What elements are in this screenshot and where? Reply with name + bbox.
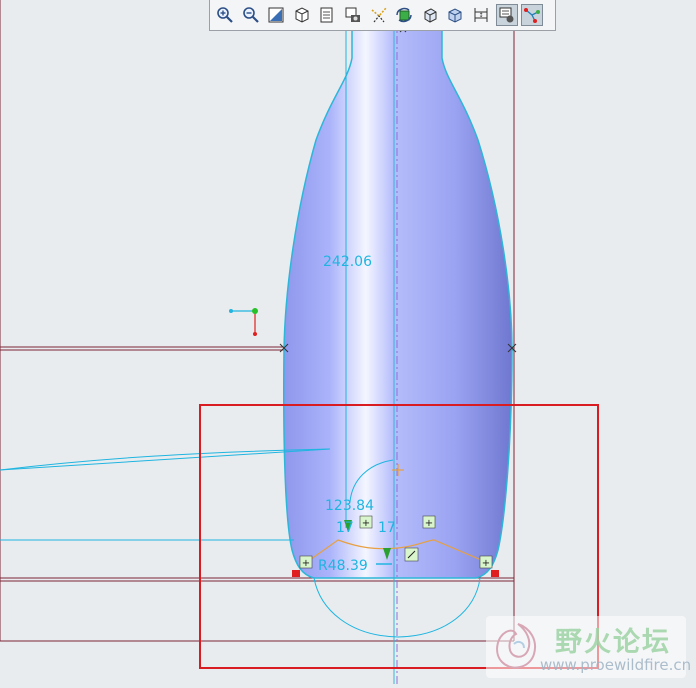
view-manager-button[interactable] — [444, 4, 466, 26]
dimension-display-icon — [524, 8, 541, 23]
refit-icon — [268, 7, 284, 23]
zoom-in-button[interactable] — [214, 4, 236, 26]
angle-dimension[interactable]: 123.84 — [325, 498, 374, 514]
dimension-display-button[interactable] — [521, 4, 544, 26]
saved-views-button[interactable] — [316, 4, 338, 26]
svg-text:+: + — [302, 558, 310, 569]
spin-center-button[interactable] — [393, 4, 415, 26]
layers-button[interactable] — [342, 4, 364, 26]
svg-text:+: + — [482, 558, 490, 569]
watermark-logo-icon — [496, 623, 536, 669]
orient-mode-icon — [424, 8, 437, 23]
sketch-view-icon: ↕ — [474, 8, 488, 22]
refit-button[interactable] — [265, 4, 287, 26]
view-toolbar: ↕ — [209, 0, 556, 31]
zoom-out-button[interactable] — [240, 4, 262, 26]
radius-dimension[interactable]: R48.39 — [318, 558, 368, 574]
sketch-display-filters-button[interactable] — [495, 4, 518, 26]
display-style-button[interactable] — [291, 4, 313, 26]
sketch-canvas[interactable]: + + + + 242.06 123.84 17 17 R48.39 — [0, 0, 696, 684]
height-dimension[interactable]: 242.06 — [323, 254, 372, 270]
layers-icon — [345, 7, 360, 22]
sketch-view-button[interactable]: ↕ — [470, 4, 492, 26]
constraint-tag-left[interactable]: 17 — [336, 520, 354, 536]
view-manager-icon — [448, 8, 462, 23]
svg-text:+: + — [362, 518, 370, 529]
orient-mode-button[interactable] — [419, 4, 441, 26]
zoom-in-icon — [217, 7, 233, 23]
spin-center-icon — [396, 7, 412, 23]
datum-display-icon — [371, 7, 387, 23]
watermark-url: www.proewildfire.cn — [540, 656, 692, 674]
sketch-display-filters-icon — [499, 7, 514, 23]
svg-text:+: + — [425, 518, 433, 529]
datum-display-button[interactable] — [368, 4, 390, 26]
display-style-icon — [295, 7, 309, 23]
constraint-tag-right[interactable]: 17 — [378, 520, 396, 536]
graphics-canvas[interactable]: + + + + 242.06 123.84 17 17 R48.39 — [0, 0, 696, 684]
svg-text:↕: ↕ — [478, 12, 483, 19]
saved-views-icon — [320, 7, 333, 23]
bottle-body[interactable] — [283, 29, 513, 579]
coordinate-triad — [229, 308, 258, 336]
zoom-out-icon — [242, 7, 259, 23]
watermark-title: 野火论坛 — [555, 627, 671, 658]
